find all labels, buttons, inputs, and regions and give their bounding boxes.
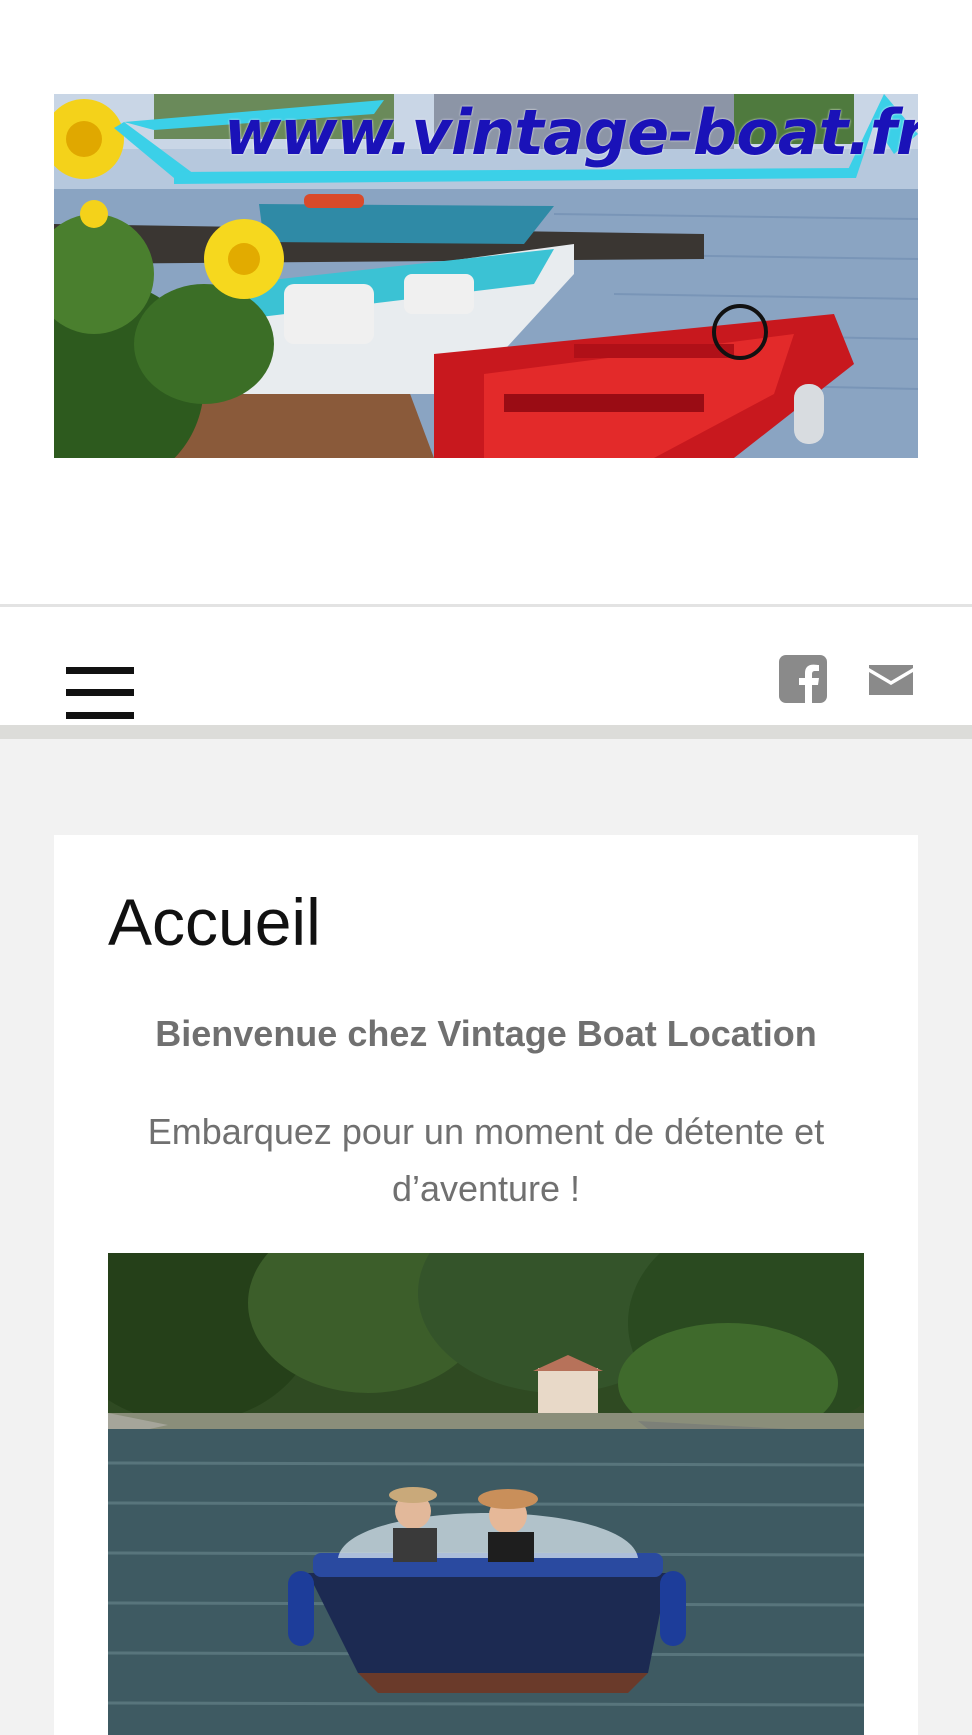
tagline-text: Embarquez pour un moment de détente et d… [147,1111,825,1209]
main-navigation-bar [0,607,972,739]
hamburger-menu-icon[interactable] [66,667,134,719]
hero-boat-photo [108,1253,864,1735]
content-card: Accueil Bienvenue chez Vintage Boat Loca… [54,835,918,1735]
facebook-icon[interactable] [779,655,827,703]
mail-icon[interactable] [869,663,913,697]
welcome-heading: Bienvenue chez Vintage Boat Location [155,1013,817,1054]
header-banner-image[interactable]: www.vintage-boat.fr [54,94,918,458]
banner-url-text: www.vintage-boat.fr [224,96,918,169]
page-title: Accueil [108,885,321,959]
site-header: www.vintage-boat.fr [0,0,972,607]
